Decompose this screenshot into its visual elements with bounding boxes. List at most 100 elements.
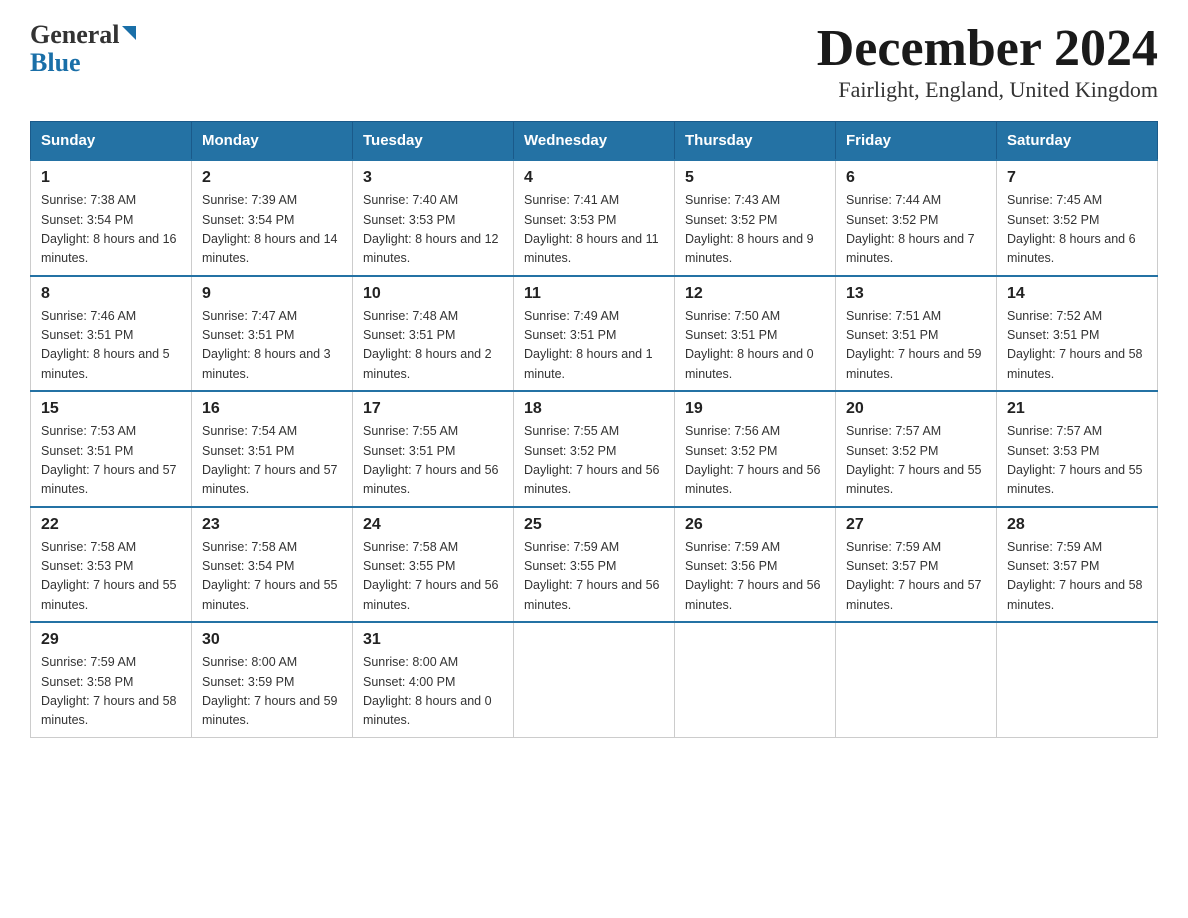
day-info: Sunrise: 7:39 AMSunset: 3:54 PMDaylight:… — [202, 191, 342, 269]
calendar-cell — [675, 622, 836, 737]
day-info: Sunrise: 7:52 AMSunset: 3:51 PMDaylight:… — [1007, 307, 1147, 385]
calendar-cell: 13 Sunrise: 7:51 AMSunset: 3:51 PMDayligh… — [836, 276, 997, 392]
logo: General Blue — [30, 20, 136, 76]
calendar-cell: 21Sunrise: 7:57 AMSunset: 3:53 PMDayligh… — [997, 391, 1158, 507]
calendar-cell: 8Sunrise: 7:46 AMSunset: 3:51 PMDaylight… — [31, 276, 192, 392]
calendar-cell: 26 Sunrise: 7:59 AMSunset: 3:56 PMDayligh… — [675, 507, 836, 623]
calendar-cell: 30 Sunrise: 8:00 AMSunset: 3:59 PMDayligh… — [192, 622, 353, 737]
calendar-cell: 27 Sunrise: 7:59 AMSunset: 3:57 PMDayligh… — [836, 507, 997, 623]
day-info: Sunrise: 7:41 AMSunset: 3:53 PMDaylight:… — [524, 191, 664, 269]
day-number: 30 — [202, 631, 342, 649]
day-info: Sunrise: 7:59 AMSunset: 3:57 PMDaylight:… — [846, 538, 986, 616]
calendar-cell: 24Sunrise: 7:58 AMSunset: 3:55 PMDayligh… — [353, 507, 514, 623]
day-info: Sunrise: 7:45 AMSunset: 3:52 PMDaylight:… — [1007, 191, 1147, 269]
day-info: Sunrise: 7:54 AMSunset: 3:51 PMDaylight:… — [202, 422, 342, 500]
day-number: 26 — [685, 516, 825, 534]
calendar-cell: 3 Sunrise: 7:40 AMSunset: 3:53 PMDaylight… — [353, 160, 514, 276]
day-number: 2 — [202, 169, 342, 187]
day-number: 13 — [846, 285, 986, 303]
calendar-cell: 28 Sunrise: 7:59 AMSunset: 3:57 PMDayligh… — [997, 507, 1158, 623]
day-info: Sunrise: 7:55 AMSunset: 3:51 PMDaylight:… — [363, 422, 503, 500]
calendar-cell: 23Sunrise: 7:58 AMSunset: 3:54 PMDayligh… — [192, 507, 353, 623]
day-info: Sunrise: 8:00 AMSunset: 4:00 PMDaylight:… — [363, 653, 503, 731]
logo-blue-container — [120, 30, 136, 40]
day-number: 3 — [363, 169, 503, 187]
day-number: 27 — [846, 516, 986, 534]
calendar-cell — [836, 622, 997, 737]
calendar-cell: 31 Sunrise: 8:00 AMSunset: 4:00 PMDayligh… — [353, 622, 514, 737]
calendar-cell: 10Sunrise: 7:48 AMSunset: 3:51 PMDayligh… — [353, 276, 514, 392]
calendar-cell: 9Sunrise: 7:47 AMSunset: 3:51 PMDaylight… — [192, 276, 353, 392]
day-number: 29 — [41, 631, 181, 649]
calendar-cell: 19 Sunrise: 7:56 AMSunset: 3:52 PMDayligh… — [675, 391, 836, 507]
calendar-week-4: 22Sunrise: 7:58 AMSunset: 3:53 PMDayligh… — [31, 507, 1158, 623]
weekday-header-thursday: Thursday — [675, 122, 836, 161]
day-info: Sunrise: 7:59 AMSunset: 3:57 PMDaylight:… — [1007, 538, 1147, 616]
day-number: 12 — [685, 285, 825, 303]
day-info: Sunrise: 7:59 AMSunset: 3:56 PMDaylight:… — [685, 538, 825, 616]
calendar-week-3: 15 Sunrise: 7:53 AMSunset: 3:51 PMDayligh… — [31, 391, 1158, 507]
calendar-table: SundayMondayTuesdayWednesdayThursdayFrid… — [30, 121, 1158, 738]
calendar-week-2: 8Sunrise: 7:46 AMSunset: 3:51 PMDaylight… — [31, 276, 1158, 392]
day-info: Sunrise: 7:53 AMSunset: 3:51 PMDaylight:… — [41, 422, 181, 500]
day-info: Sunrise: 7:56 AMSunset: 3:52 PMDaylight:… — [685, 422, 825, 500]
weekday-header-friday: Friday — [836, 122, 997, 161]
calendar-cell: 14 Sunrise: 7:52 AMSunset: 3:51 PMDayligh… — [997, 276, 1158, 392]
calendar-cell: 12 Sunrise: 7:50 AMSunset: 3:51 PMDayligh… — [675, 276, 836, 392]
day-info: Sunrise: 7:55 AMSunset: 3:52 PMDaylight:… — [524, 422, 664, 500]
title-area: December 2024 Fairlight, England, United… — [817, 20, 1158, 103]
day-number: 20 — [846, 400, 986, 418]
calendar-cell: 15 Sunrise: 7:53 AMSunset: 3:51 PMDayligh… — [31, 391, 192, 507]
calendar-cell: 22Sunrise: 7:58 AMSunset: 3:53 PMDayligh… — [31, 507, 192, 623]
day-number: 24 — [363, 516, 503, 534]
day-number: 21 — [1007, 400, 1147, 418]
day-number: 14 — [1007, 285, 1147, 303]
calendar-cell: 29Sunrise: 7:59 AMSunset: 3:58 PMDayligh… — [31, 622, 192, 737]
location-title: Fairlight, England, United Kingdom — [817, 77, 1158, 103]
day-info: Sunrise: 7:50 AMSunset: 3:51 PMDaylight:… — [685, 307, 825, 385]
day-info: Sunrise: 7:44 AMSunset: 3:52 PMDaylight:… — [846, 191, 986, 269]
calendar-cell — [514, 622, 675, 737]
day-number: 11 — [524, 285, 664, 303]
calendar-cell: 11 Sunrise: 7:49 AMSunset: 3:51 PMDayligh… — [514, 276, 675, 392]
calendar-cell: 6Sunrise: 7:44 AMSunset: 3:52 PMDaylight… — [836, 160, 997, 276]
calendar-cell: 18 Sunrise: 7:55 AMSunset: 3:52 PMDayligh… — [514, 391, 675, 507]
day-number: 18 — [524, 400, 664, 418]
day-info: Sunrise: 7:51 AMSunset: 3:51 PMDaylight:… — [846, 307, 986, 385]
day-number: 28 — [1007, 516, 1147, 534]
calendar-cell: 7 Sunrise: 7:45 AMSunset: 3:52 PMDaylight… — [997, 160, 1158, 276]
logo-arrow-icon — [122, 26, 136, 40]
day-number: 17 — [363, 400, 503, 418]
calendar-cell — [997, 622, 1158, 737]
day-info: Sunrise: 7:43 AMSunset: 3:52 PMDaylight:… — [685, 191, 825, 269]
day-info: Sunrise: 7:38 AMSunset: 3:54 PMDaylight:… — [41, 191, 181, 269]
calendar-cell: 20 Sunrise: 7:57 AMSunset: 3:52 PMDayligh… — [836, 391, 997, 507]
day-info: Sunrise: 7:47 AMSunset: 3:51 PMDaylight:… — [202, 307, 342, 385]
day-number: 15 — [41, 400, 181, 418]
calendar-week-1: 1Sunrise: 7:38 AMSunset: 3:54 PMDaylight… — [31, 160, 1158, 276]
day-number: 25 — [524, 516, 664, 534]
day-number: 19 — [685, 400, 825, 418]
day-info: Sunrise: 8:00 AMSunset: 3:59 PMDaylight:… — [202, 653, 342, 731]
logo-blue-text: Blue — [30, 50, 81, 76]
day-info: Sunrise: 7:57 AMSunset: 3:52 PMDaylight:… — [846, 422, 986, 500]
weekday-header-tuesday: Tuesday — [353, 122, 514, 161]
calendar-cell: 2 Sunrise: 7:39 AMSunset: 3:54 PMDaylight… — [192, 160, 353, 276]
weekday-header-saturday: Saturday — [997, 122, 1158, 161]
day-number: 7 — [1007, 169, 1147, 187]
day-info: Sunrise: 7:58 AMSunset: 3:53 PMDaylight:… — [41, 538, 181, 616]
calendar-week-5: 29Sunrise: 7:59 AMSunset: 3:58 PMDayligh… — [31, 622, 1158, 737]
day-number: 8 — [41, 285, 181, 303]
day-info: Sunrise: 7:49 AMSunset: 3:51 PMDaylight:… — [524, 307, 664, 385]
day-info: Sunrise: 7:40 AMSunset: 3:53 PMDaylight:… — [363, 191, 503, 269]
day-number: 4 — [524, 169, 664, 187]
calendar-cell: 5 Sunrise: 7:43 AMSunset: 3:52 PMDaylight… — [675, 160, 836, 276]
day-info: Sunrise: 7:48 AMSunset: 3:51 PMDaylight:… — [363, 307, 503, 385]
day-info: Sunrise: 7:58 AMSunset: 3:54 PMDaylight:… — [202, 538, 342, 616]
day-number: 5 — [685, 169, 825, 187]
weekday-header-row: SundayMondayTuesdayWednesdayThursdayFrid… — [31, 122, 1158, 161]
day-number: 31 — [363, 631, 503, 649]
logo-general-text: General — [30, 20, 120, 50]
calendar-cell: 25Sunrise: 7:59 AMSunset: 3:55 PMDayligh… — [514, 507, 675, 623]
calendar-cell: 4 Sunrise: 7:41 AMSunset: 3:53 PMDaylight… — [514, 160, 675, 276]
